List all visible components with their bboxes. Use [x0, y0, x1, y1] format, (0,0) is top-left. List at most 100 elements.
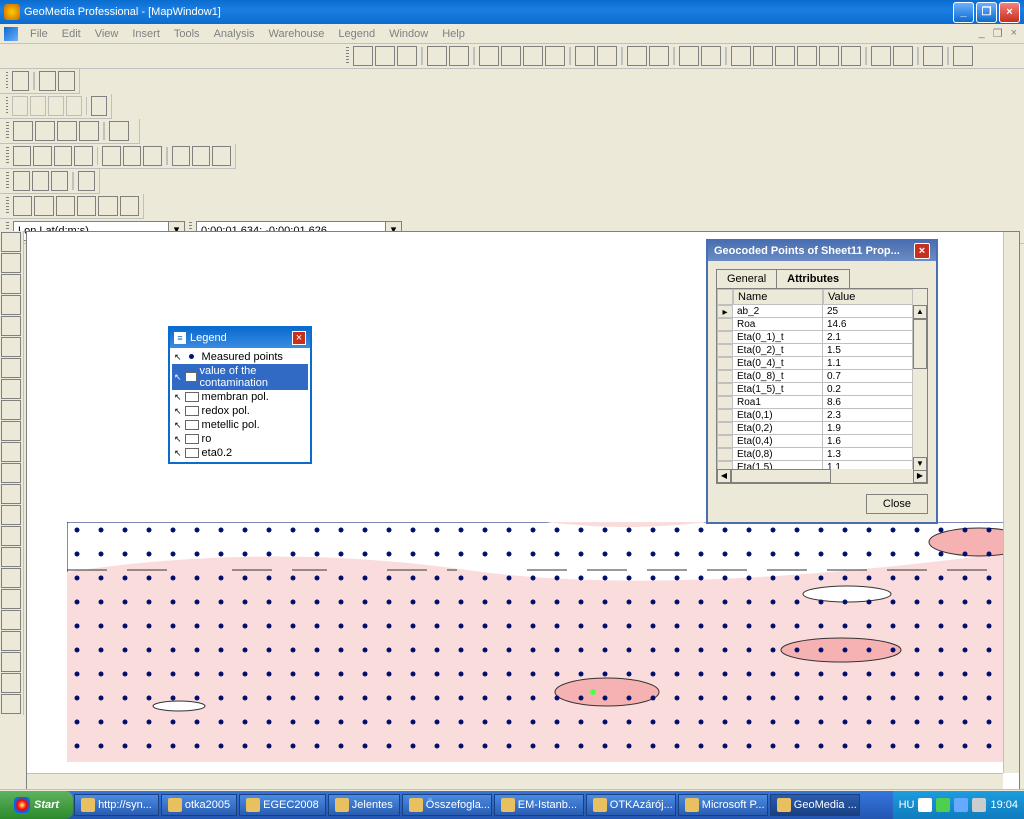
tb-btn[interactable]	[13, 196, 32, 216]
tb-btn[interactable]	[575, 46, 595, 66]
table-row[interactable]: Roa18.6	[717, 396, 927, 409]
menu-file[interactable]: File	[24, 26, 54, 42]
vtb-btn[interactable]	[1, 547, 21, 567]
tb-btn[interactable]	[841, 46, 861, 66]
tb-btn[interactable]	[597, 46, 617, 66]
cell-value[interactable]: 25	[823, 305, 913, 318]
cell-value[interactable]: 1.5	[823, 344, 913, 357]
legend-item[interactable]: ↖redox pol.	[172, 404, 308, 418]
tb-btn[interactable]	[819, 46, 839, 66]
cell-value[interactable]: 1.6	[823, 435, 913, 448]
vtb-btn[interactable]	[1, 505, 21, 525]
properties-titlebar[interactable]: Geocoded Points of Sheet11 Prop... ×	[708, 241, 936, 261]
tb-btn[interactable]	[109, 121, 129, 141]
vtb-btn[interactable]	[1, 295, 21, 315]
menu-window[interactable]: Window	[383, 26, 434, 42]
start-button[interactable]: Start	[0, 791, 73, 819]
tb-btn[interactable]	[397, 46, 417, 66]
vtb-btn[interactable]	[1, 610, 21, 630]
taskbar-item[interactable]: OTKAzárój...	[586, 794, 676, 816]
tray-icon[interactable]	[918, 798, 932, 812]
tb-btn[interactable]	[102, 146, 120, 166]
table-row[interactable]: Eta(0_2)_t1.5	[717, 344, 927, 357]
vtb-btn[interactable]	[1, 337, 21, 357]
tb-btn[interactable]	[33, 146, 51, 166]
tb-btn[interactable]	[51, 171, 68, 191]
vtb-btn[interactable]	[1, 442, 21, 462]
tb-btn[interactable]	[523, 46, 543, 66]
tray-icon[interactable]	[936, 798, 950, 812]
cell-name[interactable]: Eta(1,5)	[733, 461, 823, 469]
tb-btn[interactable]	[123, 146, 141, 166]
legend-item[interactable]: ↖Measured points	[172, 350, 308, 364]
tab-attributes[interactable]: Attributes	[776, 269, 850, 288]
vtb-btn[interactable]	[1, 379, 21, 399]
close-button[interactable]: ×	[999, 2, 1020, 23]
cell-name[interactable]: Eta(0,4)	[733, 435, 823, 448]
scroll-thumb[interactable]	[913, 319, 927, 369]
tb-btn[interactable]	[13, 146, 31, 166]
scroll-left-icon[interactable]: ◀	[717, 469, 731, 483]
tb-btn[interactable]	[143, 146, 161, 166]
table-row[interactable]: Eta(0_1)_t2.1	[717, 331, 927, 344]
legend-item[interactable]: ↖membran pol.	[172, 390, 308, 404]
tb-btn[interactable]	[54, 146, 72, 166]
system-tray[interactable]: HU 19:04	[893, 791, 1024, 819]
scroll-up-icon[interactable]: ▲	[913, 305, 927, 319]
tb-btn[interactable]	[172, 146, 190, 166]
table-row[interactable]: Eta(0_8)_t0.7	[717, 370, 927, 383]
cell-value[interactable]: 0.7	[823, 370, 913, 383]
cell-value[interactable]: 1.1	[823, 461, 913, 469]
tb-btn[interactable]	[66, 96, 82, 116]
tb-btn[interactable]	[35, 121, 55, 141]
legend-close-button[interactable]: ×	[292, 331, 306, 345]
table-row[interactable]: Eta(1_5)_t0.2	[717, 383, 927, 396]
tb-btn[interactable]	[56, 196, 75, 216]
cell-name[interactable]: Eta(0,1)	[733, 409, 823, 422]
menu-help[interactable]: Help	[436, 26, 471, 42]
tb-btn[interactable]	[12, 96, 28, 116]
tb-btn[interactable]	[58, 71, 75, 91]
mdi-restore[interactable]: ❐	[990, 27, 1006, 40]
table-row[interactable]: Eta(0_4)_t1.1	[717, 357, 927, 370]
tb-btn[interactable]	[77, 196, 96, 216]
tb-btn[interactable]	[78, 171, 95, 191]
tb-btn[interactable]	[39, 71, 56, 91]
taskbar-item[interactable]: EGEC2008	[239, 794, 326, 816]
tab-general[interactable]: General	[716, 269, 777, 288]
mdi-close[interactable]: ×	[1008, 27, 1020, 40]
vtb-btn[interactable]	[1, 253, 21, 273]
mdi-minimize[interactable]: _	[976, 27, 988, 40]
col-value[interactable]: Value	[823, 289, 913, 305]
tb-btn[interactable]	[57, 121, 77, 141]
legend-item[interactable]: ↖metellic pol.	[172, 418, 308, 432]
table-row[interactable]: Eta(1,5)1.1	[717, 461, 927, 469]
properties-close-button[interactable]: ×	[914, 243, 930, 259]
lang-indicator[interactable]: HU	[899, 799, 915, 811]
menu-warehouse[interactable]: Warehouse	[263, 26, 331, 42]
taskbar-item[interactable]: otka2005	[161, 794, 237, 816]
tb-btn[interactable]	[30, 96, 46, 116]
taskbar-item[interactable]: GeoMedia ...	[770, 794, 860, 816]
vtb-btn[interactable]	[1, 400, 21, 420]
cell-value[interactable]: 1.1	[823, 357, 913, 370]
tb-btn[interactable]	[871, 46, 891, 66]
tb-btn[interactable]	[953, 46, 973, 66]
tb-btn[interactable]	[192, 146, 210, 166]
attributes-scrollbar-horizontal[interactable]: ◀ ▶	[717, 469, 927, 483]
tb-btn[interactable]	[893, 46, 913, 66]
close-button[interactable]: Close	[866, 494, 928, 514]
vtb-btn[interactable]	[1, 694, 21, 714]
vtb-btn[interactable]	[1, 274, 21, 294]
tb-btn[interactable]	[48, 96, 64, 116]
tb-btn[interactable]	[479, 46, 499, 66]
tb-btn[interactable]	[13, 121, 33, 141]
taskbar-item[interactable]: http://syn...	[74, 794, 159, 816]
scroll-thumb-h[interactable]	[731, 469, 831, 483]
tb-btn[interactable]	[34, 196, 53, 216]
table-row[interactable]: Eta(0,2)1.9	[717, 422, 927, 435]
cell-name[interactable]: Eta(0,8)	[733, 448, 823, 461]
taskbar-item[interactable]: EM-Istanb...	[494, 794, 584, 816]
tray-icon[interactable]	[972, 798, 986, 812]
map-scrollbar-horizontal[interactable]	[27, 773, 1003, 789]
